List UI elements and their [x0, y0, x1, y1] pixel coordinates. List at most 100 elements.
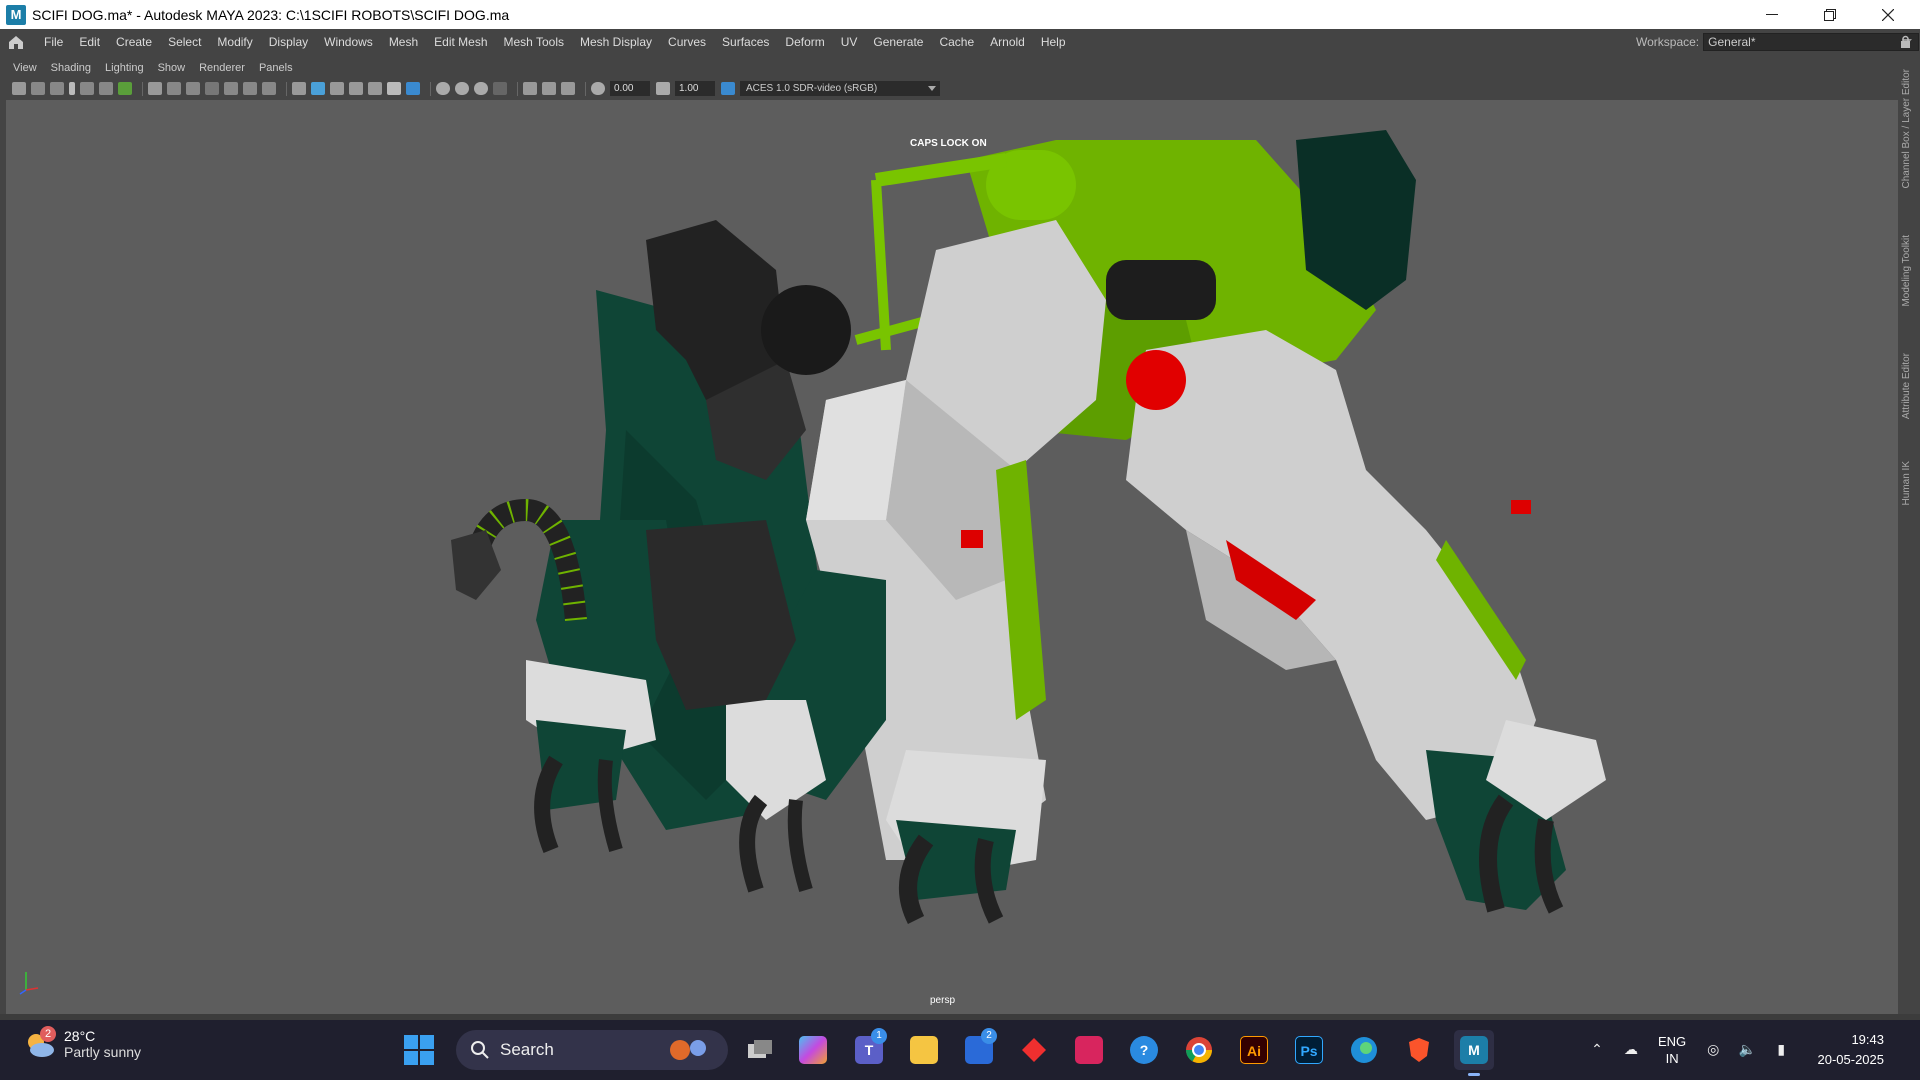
menu-file[interactable]: File — [36, 29, 71, 55]
brave-button[interactable] — [1399, 1030, 1439, 1070]
safe-title-icon[interactable] — [262, 82, 276, 95]
menu-generate[interactable]: Generate — [865, 29, 931, 55]
copilot-button[interactable] — [793, 1030, 833, 1070]
wireframe-icon[interactable] — [292, 82, 306, 95]
bookmarks-icon[interactable] — [50, 82, 64, 95]
grease-pencil-icon[interactable] — [99, 82, 113, 95]
edge-button[interactable] — [1344, 1030, 1384, 1070]
workspace-dropdown[interactable]: General* — [1703, 33, 1920, 51]
motion-blur-icon[interactable] — [436, 82, 450, 95]
gate-mask-icon[interactable] — [205, 82, 219, 95]
menu-edit-mesh[interactable]: Edit Mesh — [426, 29, 495, 55]
right-dock-tabs: Channel Box / Layer Editor Modeling Tool… — [1898, 55, 1920, 1014]
view-transform-dropdown[interactable]: ACES 1.0 SDR-video (sRGB) — [740, 81, 940, 96]
clock[interactable]: 19:43 20-05-2025 — [1818, 1030, 1885, 1070]
minimize-button[interactable] — [1743, 0, 1801, 29]
tab-human-ik[interactable]: Human IK — [1901, 461, 1912, 505]
isolate-select-icon[interactable] — [493, 82, 507, 95]
illustrator-button[interactable]: Ai — [1234, 1030, 1274, 1070]
tab-channel-box[interactable]: Channel Box / Layer Editor — [1901, 69, 1912, 189]
chevron-up-icon[interactable]: ⌃ — [1586, 1041, 1608, 1059]
shadows-icon[interactable] — [387, 82, 401, 95]
battery-icon[interactable]: ▮ — [1770, 1041, 1792, 1059]
toolbar-separator — [142, 81, 143, 96]
panel-menu-lighting[interactable]: Lighting — [98, 62, 151, 74]
task-view-button[interactable] — [740, 1030, 780, 1070]
search-box[interactable]: Search — [456, 1030, 728, 1070]
start-button[interactable] — [404, 1035, 434, 1065]
multisample-aa-icon[interactable] — [455, 82, 469, 95]
menu-mesh-tools[interactable]: Mesh Tools — [496, 29, 572, 55]
gamma-icon[interactable] — [656, 82, 670, 95]
chrome-button[interactable] — [1179, 1030, 1219, 1070]
language-indicator[interactable]: ENG IN — [1658, 1033, 1686, 1067]
3d-viewport[interactable]: CAPS LOCK ON persp — [6, 100, 1898, 1014]
menu-select[interactable]: Select — [160, 29, 209, 55]
network-icon[interactable]: ◎ — [1702, 1041, 1724, 1059]
menu-uv[interactable]: UV — [833, 29, 866, 55]
camera-select-icon[interactable] — [12, 82, 26, 95]
gamma-field[interactable]: 1.00 — [675, 81, 715, 96]
panel-menu-view[interactable]: View — [6, 62, 44, 74]
panel-menu-panels[interactable]: Panels — [252, 62, 300, 74]
anydesk-button[interactable] — [1014, 1030, 1054, 1070]
photoshop-button[interactable]: Ps — [1289, 1030, 1329, 1070]
home-icon[interactable] — [8, 34, 26, 50]
use-all-lights-icon[interactable] — [368, 82, 382, 95]
menu-cache[interactable]: Cache — [931, 29, 982, 55]
exposure-icon[interactable] — [591, 82, 605, 95]
menu-surfaces[interactable]: Surfaces — [714, 29, 777, 55]
menu-curves[interactable]: Curves — [660, 29, 714, 55]
field-chart-icon[interactable] — [224, 82, 238, 95]
temperature: 28°C — [64, 1028, 96, 1044]
onedrive-icon[interactable]: ☁ — [1620, 1041, 1642, 1059]
xray-icon[interactable] — [523, 82, 537, 95]
menu-help[interactable]: Help — [1033, 29, 1074, 55]
menu-deform[interactable]: Deform — [777, 29, 832, 55]
restore-icon — [1824, 8, 1836, 21]
volume-icon[interactable]: 🔈 — [1736, 1041, 1758, 1059]
maya-taskbar-button[interactable]: M — [1454, 1030, 1494, 1076]
ms-store-button[interactable]: 2 — [959, 1028, 999, 1070]
menu-mesh[interactable]: Mesh — [381, 29, 426, 55]
weather-widget[interactable]: 2 28°C Partly sunny — [24, 1026, 141, 1060]
panel-menu-shading[interactable]: Shading — [44, 62, 98, 74]
menu-modify[interactable]: Modify — [209, 29, 260, 55]
color-management-icon[interactable] — [721, 82, 735, 95]
grid-icon[interactable] — [148, 82, 162, 95]
menu-windows[interactable]: Windows — [316, 29, 381, 55]
wireframe-on-shaded-icon[interactable] — [330, 82, 344, 95]
textured-icon[interactable] — [349, 82, 363, 95]
forza-button[interactable] — [1069, 1030, 1109, 1070]
close-button[interactable] — [1859, 0, 1917, 29]
film-gate-icon[interactable] — [167, 82, 181, 95]
tab-modeling-toolkit[interactable]: Modeling Toolkit — [1901, 235, 1912, 307]
xray-active-icon[interactable] — [542, 82, 556, 95]
depth-of-field-icon[interactable] — [474, 82, 488, 95]
restore-button[interactable] — [1801, 0, 1859, 29]
menu-arnold[interactable]: Arnold — [982, 29, 1033, 55]
grid-toggle-icon[interactable] — [118, 82, 132, 95]
panel-menu-renderer[interactable]: Renderer — [192, 62, 252, 74]
help-app-button[interactable]: ? — [1124, 1030, 1164, 1070]
lock-icon[interactable] — [1900, 35, 1911, 49]
menu-mesh-display[interactable]: Mesh Display — [572, 29, 660, 55]
windows-logo-icon — [404, 1035, 418, 1049]
tab-attribute-editor[interactable]: Attribute Editor — [1901, 353, 1912, 419]
menu-display[interactable]: Display — [261, 29, 316, 55]
maya-icon: M — [1460, 1036, 1488, 1064]
menu-create[interactable]: Create — [108, 29, 160, 55]
menu-edit[interactable]: Edit — [71, 29, 108, 55]
smooth-shade-icon[interactable] — [311, 82, 325, 95]
image-plane-icon[interactable] — [69, 82, 75, 95]
safe-action-icon[interactable] — [243, 82, 257, 95]
ambient-occlusion-icon[interactable] — [406, 82, 420, 95]
panel-menu-show[interactable]: Show — [151, 62, 193, 74]
2d-pan-zoom-icon[interactable] — [80, 82, 94, 95]
file-explorer-button[interactable] — [904, 1030, 944, 1070]
exposure-field[interactable]: 0.00 — [610, 81, 650, 96]
camera-attributes-icon[interactable] — [31, 82, 45, 95]
xray-joints-icon[interactable] — [561, 82, 575, 95]
teams-button[interactable]: T 1 — [849, 1028, 889, 1070]
resolution-gate-icon[interactable] — [186, 82, 200, 95]
